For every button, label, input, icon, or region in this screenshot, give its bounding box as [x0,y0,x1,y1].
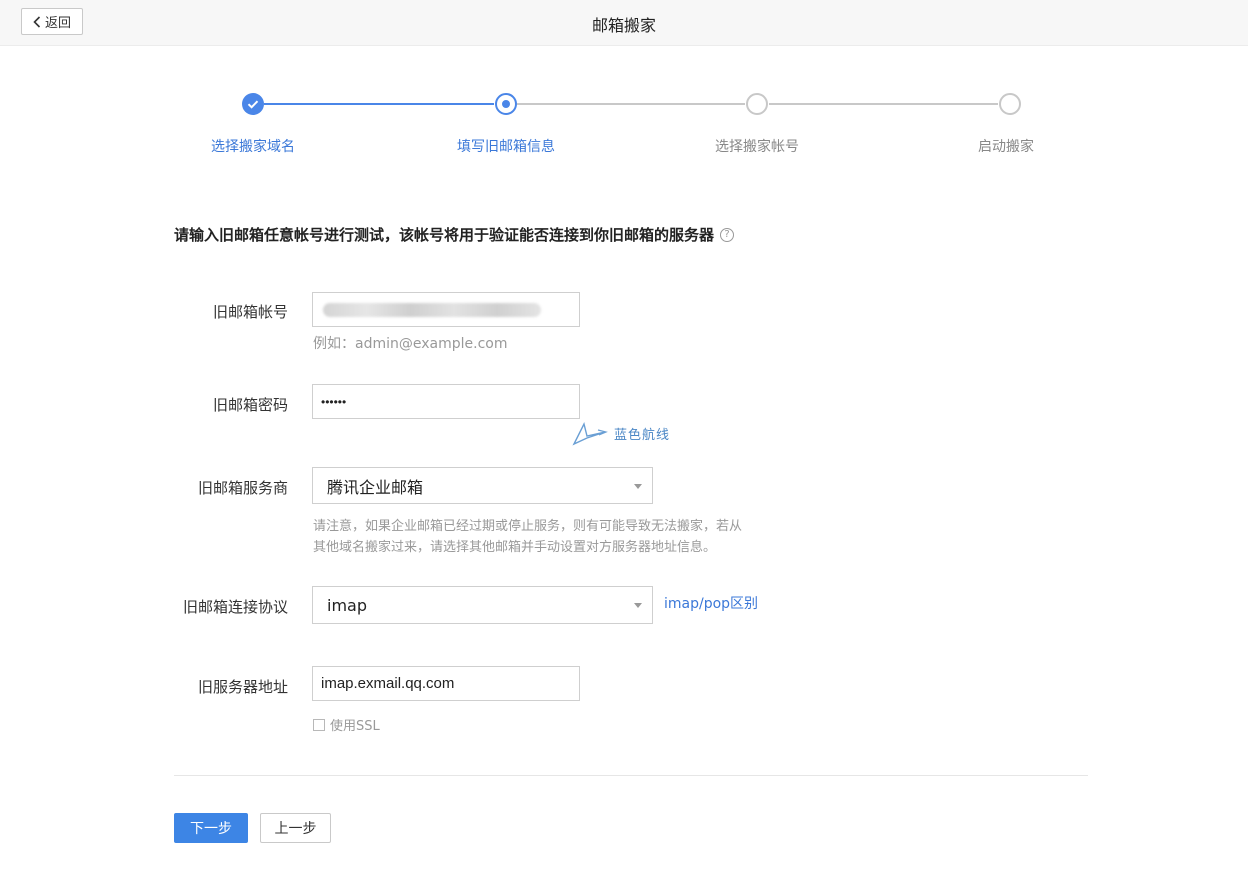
divider [174,775,1088,776]
page-title: 邮箱搬家 [591,16,656,35]
ssl-checkbox[interactable] [313,718,325,731]
provider-note-line-2: 其他域名搬家过来，请选择其他邮箱并手动设置对方服务器地址信息。 [313,540,717,555]
paper-plane-logo-icon [572,421,608,446]
step-2-indicator [495,93,517,115]
watermark: 蓝色航线 [572,420,670,446]
next-button[interactable]: 下一步 [174,813,248,843]
watermark-text: 蓝色航线 [614,427,671,443]
step-1-label: 选择搬家域名 [211,139,295,155]
account-hint: 例如：admin@example.com [313,336,508,352]
account-value-redacted [323,303,541,317]
protocol-label: 旧邮箱连接协议 [182,598,288,616]
account-input[interactable] [312,292,580,327]
prev-button[interactable]: 上一步 [260,813,331,843]
top-bar: 返回 邮箱搬家 [0,0,1248,46]
instruction-text: 请输入旧邮箱任意帐号进行测试，该帐号将用于验证能否连接到你旧邮箱的服务器 ? [174,224,735,245]
password-input[interactable]: •••••• [312,384,580,419]
step-connector-2 [517,103,745,105]
step-3-indicator [746,93,768,115]
chevron-down-icon [634,483,642,489]
step-connector-3 [769,103,998,105]
protocol-select[interactable]: imap [312,586,653,624]
account-label: 旧邮箱帐号 [212,303,288,321]
protocol-select-value: imap [327,595,367,615]
provider-select-value: 腾讯企业邮箱 [327,477,424,497]
ssl-option[interactable]: 使用SSL [313,715,380,734]
provider-select[interactable]: 腾讯企业邮箱 [312,467,653,504]
step-2-label: 填写旧邮箱信息 [457,139,555,155]
provider-label: 旧邮箱服务商 [197,479,288,497]
chevron-down-icon [634,603,642,608]
instruction-label: 请输入旧邮箱任意帐号进行测试，该帐号将用于验证能否连接到你旧邮箱的服务器 [174,226,715,244]
step-connector-1 [264,103,494,105]
step-4-indicator [999,93,1021,115]
step-4-label: 启动搬家 [978,139,1034,155]
ssl-label: 使用SSL [330,719,380,734]
help-icon[interactable]: ? [720,227,735,242]
check-icon [247,100,259,109]
password-label: 旧邮箱密码 [212,396,288,414]
step-3-label: 选择搬家帐号 [715,139,799,155]
server-input[interactable]: imap.exmail.qq.com [312,666,580,701]
imap-pop-diff-link[interactable]: imap/pop区别 [664,593,758,613]
server-label: 旧服务器地址 [197,678,288,696]
step-1-indicator [242,93,264,115]
provider-note-line-1: 请注意，如果企业邮箱已经过期或停止服务，则有可能导致无法搬家，若从 [313,519,743,534]
